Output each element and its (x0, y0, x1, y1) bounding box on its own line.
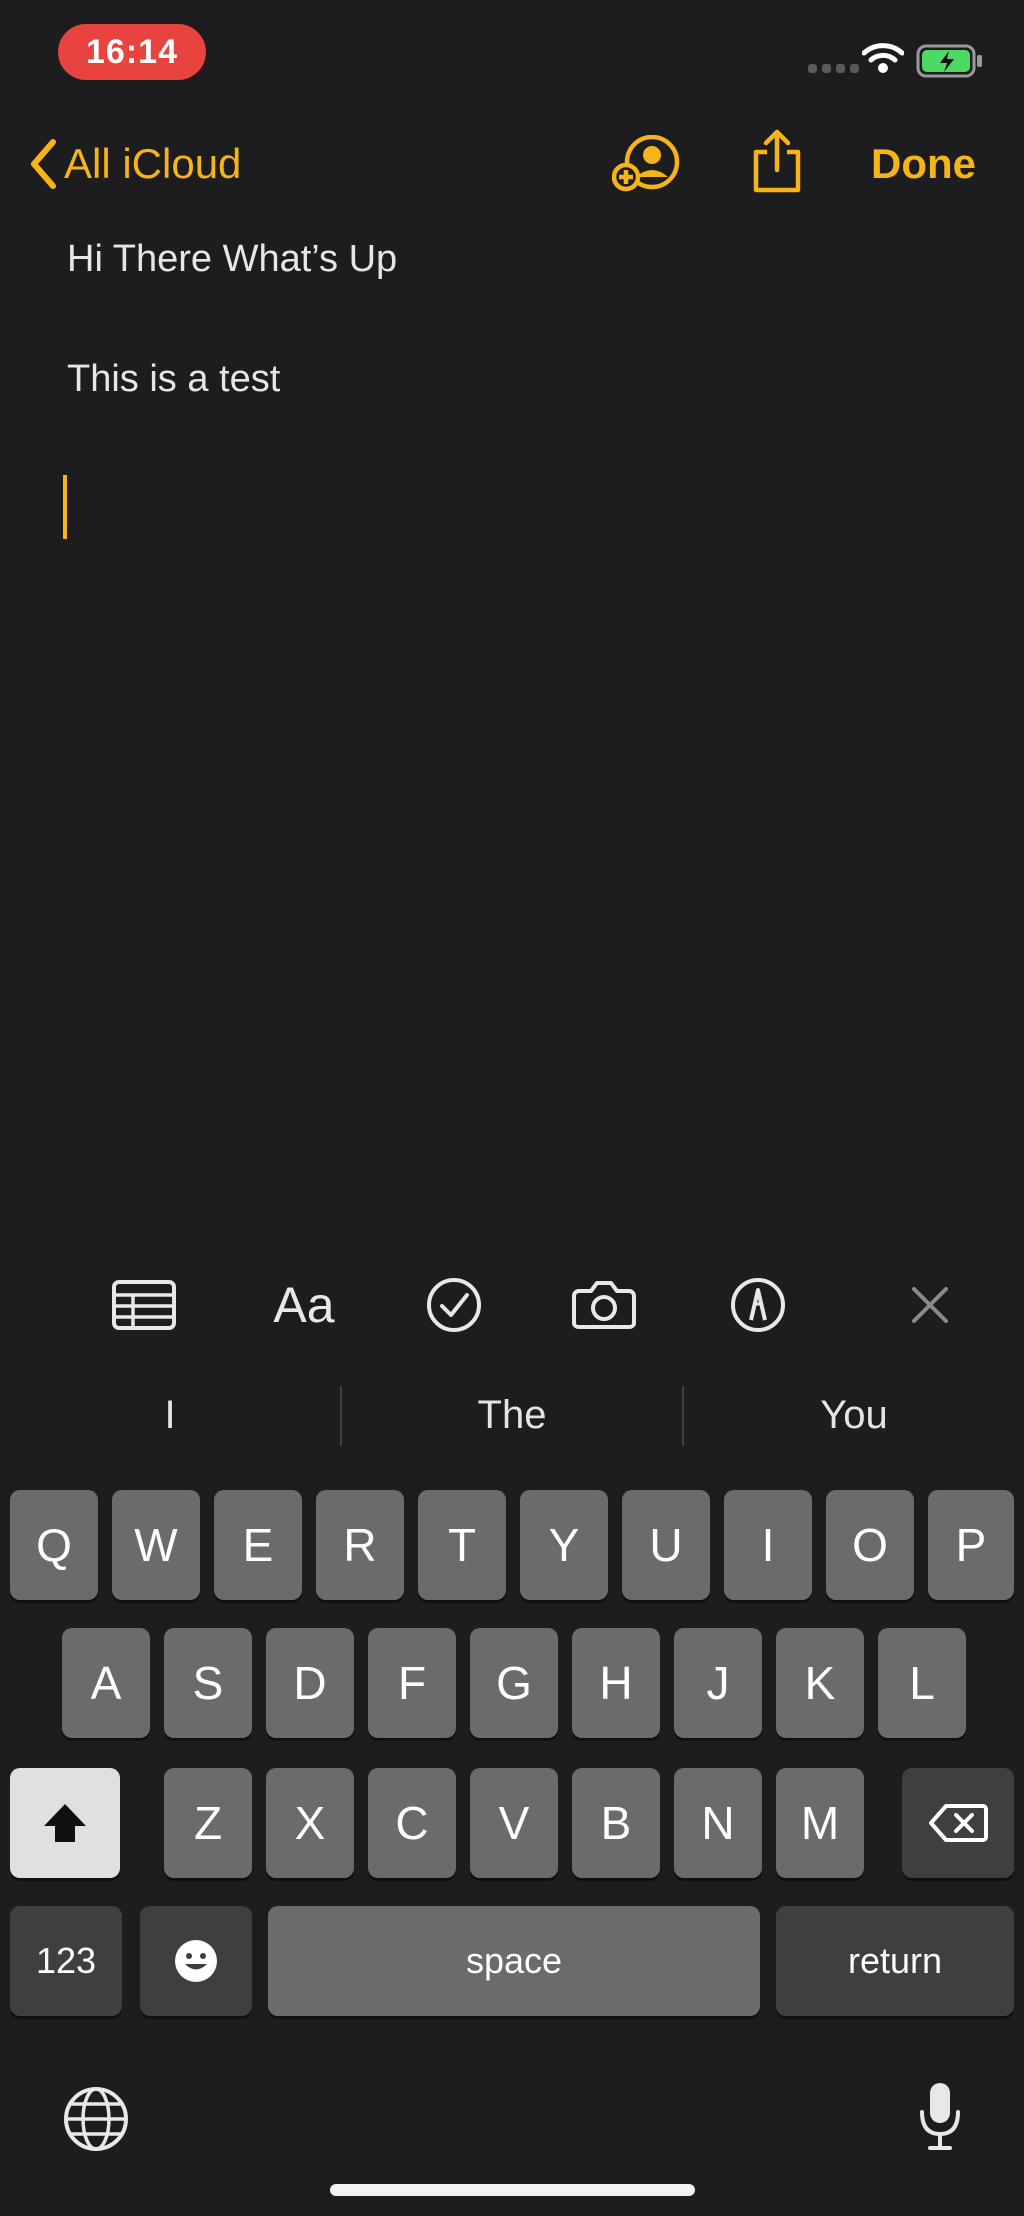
key-o[interactable]: O (826, 1490, 914, 1600)
close-icon[interactable] (892, 1275, 968, 1335)
key-x[interactable]: X (266, 1768, 354, 1878)
status-time: 16:14 (58, 24, 206, 80)
done-button[interactable]: Done (871, 136, 976, 192)
key-r[interactable]: R (316, 1490, 404, 1600)
note-line[interactable]: This is a test (67, 358, 280, 401)
key-m[interactable]: M (776, 1768, 864, 1878)
checklist-icon[interactable] (416, 1275, 492, 1335)
key-v[interactable]: V (470, 1768, 558, 1878)
cellular-signal-icon (808, 64, 859, 73)
chevron-left-icon (31, 139, 56, 189)
numbers-key[interactable]: 123 (10, 1906, 122, 2016)
table-icon[interactable] (106, 1275, 182, 1335)
key-h[interactable]: H (572, 1628, 660, 1738)
wifi-icon (861, 42, 905, 79)
key-q[interactable]: Q (10, 1490, 98, 1600)
back-label: All iCloud (64, 140, 242, 187)
backspace-icon (929, 1804, 988, 1842)
format-button[interactable]: Aa (266, 1275, 342, 1335)
home-indicator[interactable] (330, 2184, 695, 2196)
key-c[interactable]: C (368, 1768, 456, 1878)
microphone-icon[interactable] (918, 2080, 962, 2157)
shift-icon (44, 1804, 86, 1842)
note-line[interactable]: Hi There What’s Up (67, 238, 397, 281)
key-n[interactable]: N (674, 1768, 762, 1878)
battery-charging-icon (916, 44, 984, 83)
shift-key[interactable] (10, 1768, 120, 1878)
prediction-item[interactable]: I (0, 1380, 340, 1450)
key-y[interactable]: Y (520, 1490, 608, 1600)
space-key[interactable]: space (268, 1906, 760, 2016)
key-i[interactable]: I (724, 1490, 812, 1600)
return-key[interactable]: return (776, 1906, 1014, 2016)
key-b[interactable]: B (572, 1768, 660, 1878)
key-w[interactable]: W (112, 1490, 200, 1600)
share-icon[interactable] (750, 128, 804, 199)
prediction-item[interactable]: You (684, 1380, 1024, 1450)
key-d[interactable]: D (266, 1628, 354, 1738)
key-a[interactable]: A (62, 1628, 150, 1738)
key-u[interactable]: U (622, 1490, 710, 1600)
backspace-key[interactable] (902, 1768, 1014, 1878)
markup-pen-icon[interactable] (720, 1275, 796, 1335)
key-j[interactable]: J (674, 1628, 762, 1738)
key-g[interactable]: G (470, 1628, 558, 1738)
text-caret (63, 475, 67, 539)
key-e[interactable]: E (214, 1490, 302, 1600)
add-person-icon[interactable] (611, 134, 682, 200)
prediction-item[interactable]: The (342, 1380, 682, 1450)
key-l[interactable]: L (878, 1628, 966, 1738)
key-k[interactable]: K (776, 1628, 864, 1738)
key-s[interactable]: S (164, 1628, 252, 1738)
camera-icon[interactable] (566, 1275, 642, 1335)
key-z[interactable]: Z (164, 1768, 252, 1878)
back-button[interactable]: All iCloud (28, 136, 241, 192)
key-p[interactable]: P (928, 1490, 1014, 1600)
globe-icon[interactable] (62, 2085, 130, 2158)
emoji-key[interactable] (140, 1906, 252, 2016)
key-t[interactable]: T (418, 1490, 506, 1600)
emoji-icon (175, 1940, 217, 1982)
key-f[interactable]: F (368, 1628, 456, 1738)
